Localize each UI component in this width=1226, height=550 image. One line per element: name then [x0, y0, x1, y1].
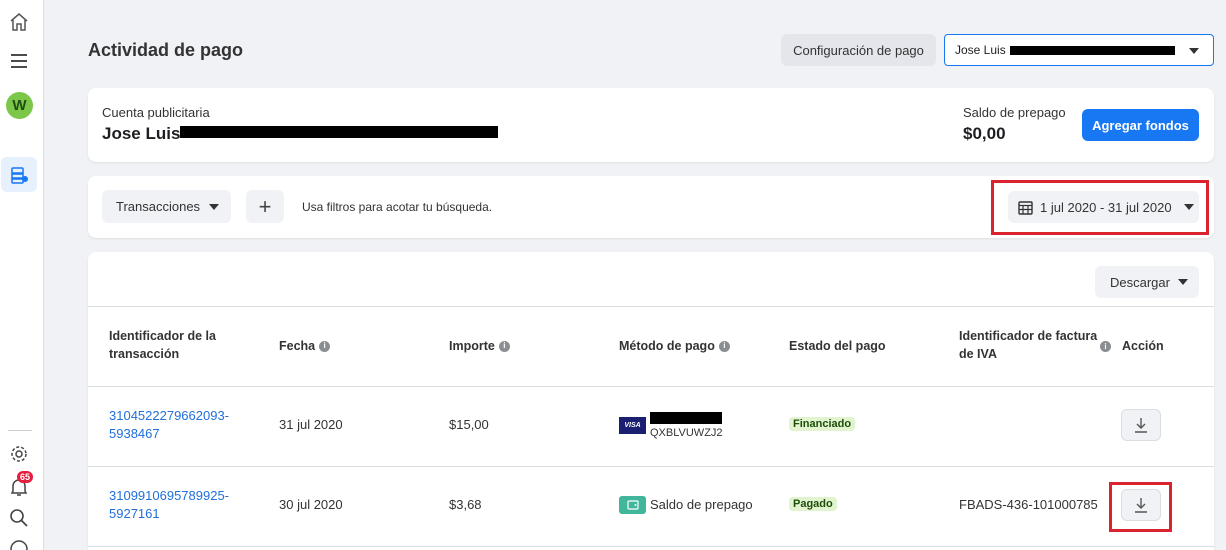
payment-method-code: QXBLVUWZJ2 — [650, 427, 723, 439]
transaction-id-link[interactable]: 3109910695789925- 5927161 — [109, 487, 229, 523]
redaction-bar — [180, 126, 498, 138]
account-selector-value: Jose Luis — [955, 43, 1006, 57]
transaction-date: 30 jul 2020 — [279, 497, 343, 512]
menu-icon[interactable] — [8, 50, 30, 72]
info-icon[interactable]: i — [319, 340, 331, 352]
calendar-icon — [1018, 200, 1033, 215]
chevron-down-icon — [209, 203, 220, 210]
column-header-text: Importe — [449, 339, 495, 353]
filter-hint: Usa filtros para acotar tu búsqueda. — [302, 200, 493, 214]
download-invoice-button[interactable] — [1121, 489, 1161, 521]
transaction-date: 31 jul 2020 — [279, 417, 343, 432]
notification-badge: 65 — [17, 471, 34, 483]
transactions-dropdown-label: Transacciones — [116, 199, 201, 214]
transaction-id-text: 5927161 — [109, 506, 160, 521]
chevron-down-icon — [1189, 48, 1199, 54]
account-selector[interactable]: Jose Luis — [944, 34, 1214, 66]
column-header-transaction-id: Identificador de la transacción — [109, 327, 216, 363]
divider — [88, 546, 1214, 547]
prepaid-balance-label: Saldo de prepago — [963, 105, 1066, 120]
download-icon — [1135, 418, 1147, 433]
ad-account-card: Cuenta publicitaria Jose Luis Saldo de p… — [88, 88, 1214, 162]
column-header-amount: Importe i — [449, 337, 510, 355]
info-icon[interactable]: i — [718, 340, 730, 352]
column-header-payment-status: Estado del pago — [789, 337, 886, 355]
help-icon[interactable] — [8, 538, 30, 550]
download-button-label: Descargar — [1110, 274, 1170, 290]
page-title: Actividad de pago — [88, 40, 244, 60]
date-range-label: 1 jul 2020 - 31 jul 2020 — [1040, 199, 1172, 215]
divider — [88, 466, 1214, 467]
visa-card-icon: VISA — [619, 417, 646, 434]
column-header-payment-method: Método de pago i — [619, 337, 730, 355]
info-icon[interactable]: i — [498, 340, 510, 352]
column-header-text: Identificador de factura — [959, 329, 1098, 343]
column-header-text: de IVA — [959, 347, 997, 361]
prepaid-balance-value: $0,00 — [963, 124, 1006, 143]
column-header-text: Fecha — [279, 339, 316, 353]
transaction-id-text: 3109910695789925- — [109, 488, 230, 503]
filter-bar: Transacciones + Usa filtros para acotar … — [88, 176, 1214, 238]
column-header-text: Método de pago — [619, 339, 715, 353]
payment-settings-button[interactable]: Configuración de pago — [781, 34, 936, 66]
transaction-id-text: 5938467 — [109, 426, 160, 441]
search-icon[interactable] — [8, 507, 30, 529]
download-icon — [1135, 498, 1147, 513]
info-icon[interactable]: i — [1100, 341, 1111, 352]
column-header-action: Acción — [1122, 337, 1164, 355]
download-button[interactable]: Descargar — [1095, 266, 1199, 298]
column-header-date: Fecha i — [279, 337, 331, 355]
column-header-text: transacción — [109, 347, 180, 361]
settings-icon[interactable] — [8, 443, 30, 465]
status-badge: Pagado — [789, 497, 837, 511]
redaction-bar — [650, 412, 722, 424]
home-icon[interactable] — [8, 11, 30, 33]
ad-account-name: Jose Luis — [102, 124, 181, 143]
column-header-vat-invoice: Identificador de factura de IVA — [959, 327, 1097, 363]
vat-invoice-id: FBADS-436-101000785 — [959, 497, 1098, 512]
transaction-amount: $3,68 — [449, 497, 482, 512]
transaction-id-link[interactable]: 3104522279662093- 5938467 — [109, 407, 229, 443]
sidebar-divider — [8, 430, 32, 431]
left-sidebar: W 65 — [0, 0, 44, 550]
divider — [88, 306, 1214, 307]
add-filter-button[interactable]: + — [246, 190, 284, 223]
wallet-icon — [619, 496, 646, 514]
ad-account-label: Cuenta publicitaria — [102, 105, 210, 120]
column-header-text: Estado del pago — [789, 339, 886, 353]
column-header-text: Identificador de la — [109, 329, 216, 343]
transaction-amount: $15,00 — [449, 417, 489, 432]
redaction-bar — [1009, 45, 1175, 55]
chevron-down-icon — [1183, 204, 1194, 210]
chevron-down-icon — [1177, 279, 1188, 285]
column-header-text: Acción — [1122, 339, 1164, 353]
billing-icon[interactable] — [1, 157, 37, 192]
download-invoice-button[interactable] — [1121, 409, 1161, 441]
payment-method-name: Saldo de prepago — [650, 497, 753, 512]
transactions-dropdown[interactable]: Transacciones — [102, 190, 231, 223]
status-badge: Financiado — [789, 417, 856, 431]
avatar[interactable]: W — [6, 92, 33, 119]
date-range-picker[interactable]: 1 jul 2020 - 31 jul 2020 — [1008, 191, 1199, 223]
add-funds-button[interactable]: Agregar fondos — [1082, 109, 1199, 141]
transaction-id-text: 3104522279662093- — [109, 408, 230, 423]
transactions-table: Descargar Identificador de la transacció… — [88, 252, 1214, 550]
divider — [88, 386, 1214, 387]
